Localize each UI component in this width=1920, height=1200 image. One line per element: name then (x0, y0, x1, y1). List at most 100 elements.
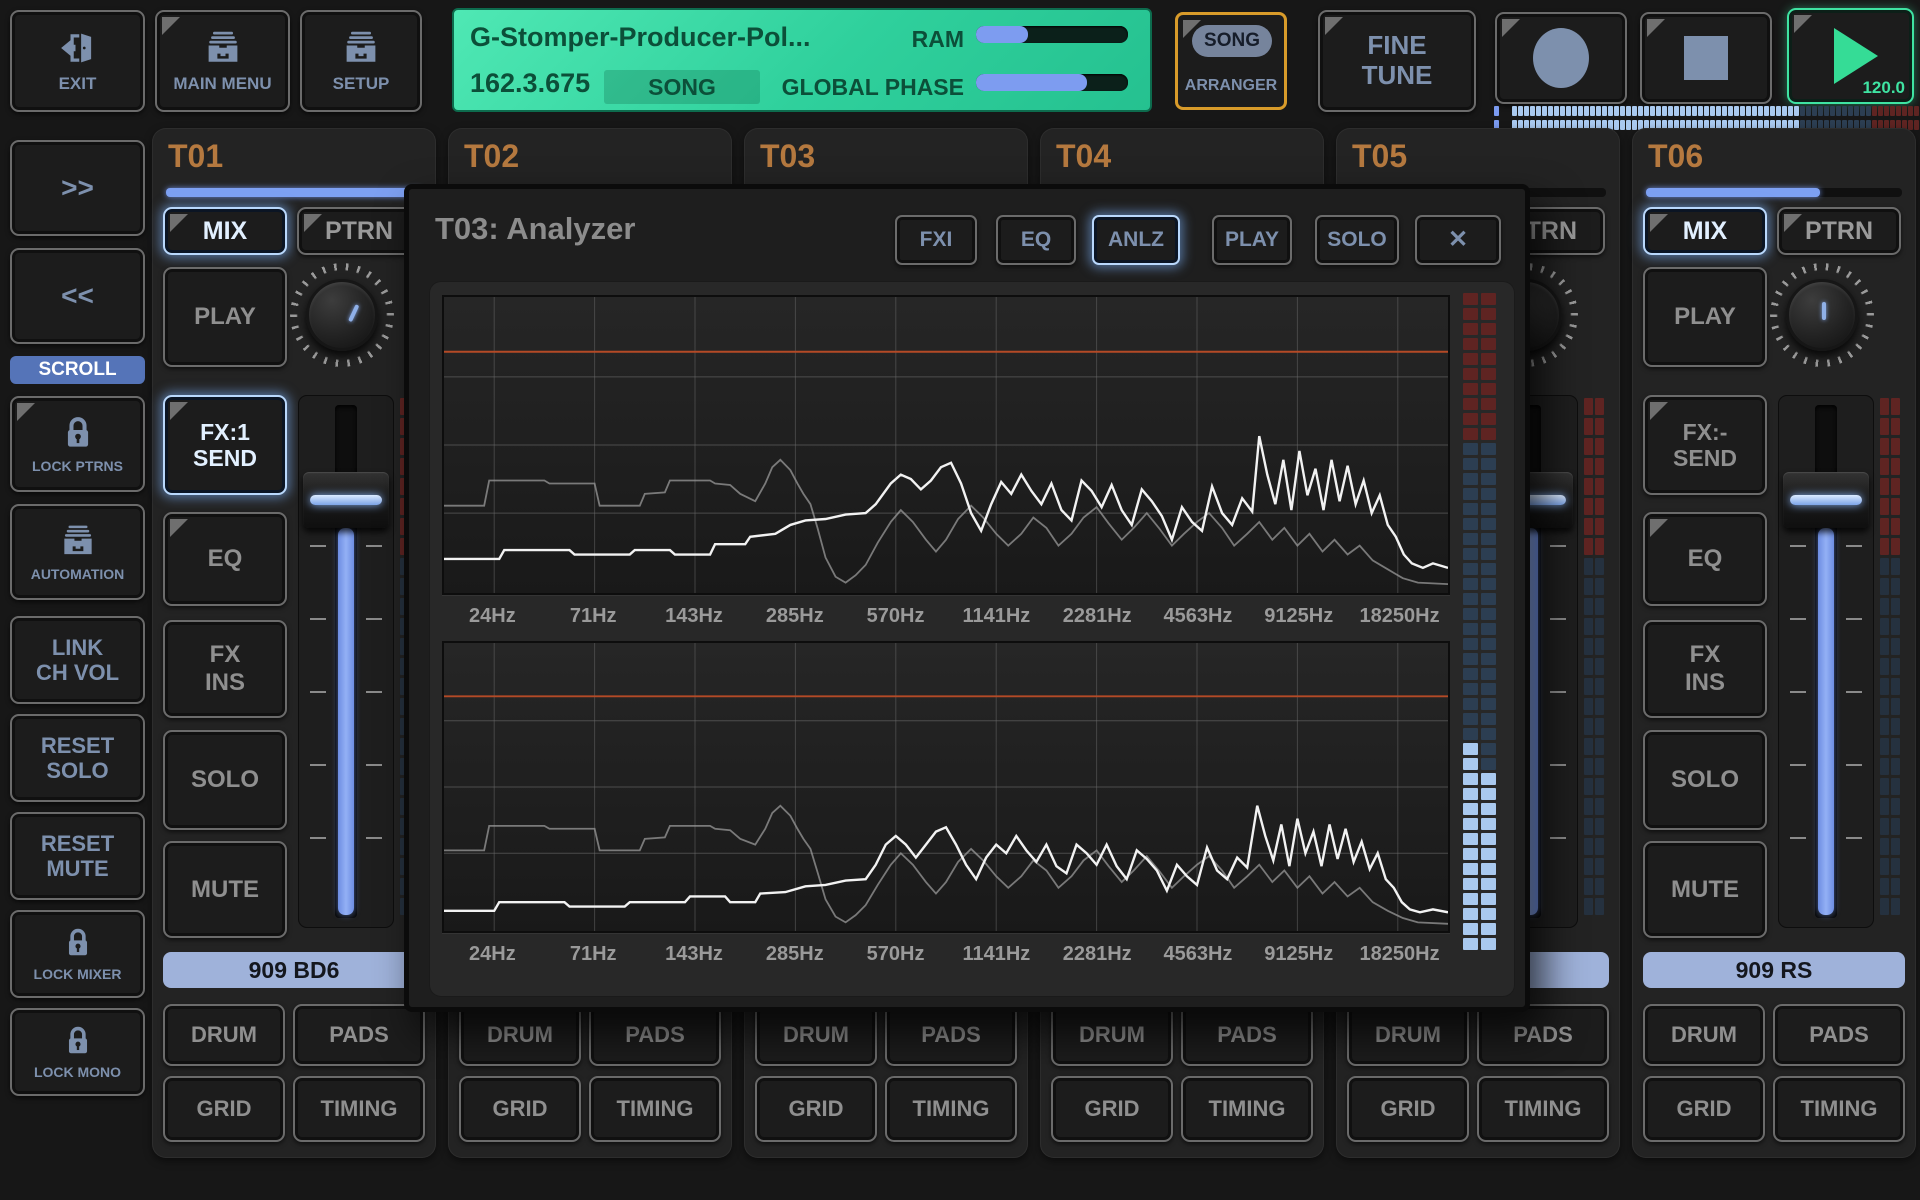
scroll-back-button[interactable]: << (10, 248, 145, 344)
meter-segment (1891, 718, 1900, 735)
song-arranger-button[interactable]: SONG ARRANGER (1175, 12, 1287, 110)
meter-segment (1463, 323, 1478, 335)
meter-segment (1880, 718, 1889, 735)
grid-button[interactable]: GRID (1051, 1076, 1173, 1142)
fxi-tab-button[interactable]: FXI (895, 215, 977, 265)
drum-button[interactable]: DRUM (163, 1004, 285, 1066)
track-play-button[interactable]: PLAY (163, 267, 287, 367)
timing-button[interactable]: TIMING (1181, 1076, 1313, 1142)
pan-knob[interactable] (1770, 263, 1874, 367)
grid-button[interactable]: GRID (1347, 1076, 1469, 1142)
fx-send-button[interactable]: FX:1 SEND (163, 395, 287, 495)
ptrn-button[interactable]: PTRN (297, 207, 421, 255)
lock-patterns-button[interactable]: LOCK PTRNS (10, 396, 145, 492)
record-button[interactable] (1495, 12, 1627, 104)
dialog-play-button[interactable]: PLAY (1212, 215, 1292, 265)
drum-button[interactable]: DRUM (1347, 1004, 1469, 1066)
solo-button[interactable]: SOLO (1643, 730, 1767, 830)
meter-segment (1584, 558, 1593, 575)
eq-button[interactable]: EQ (163, 512, 287, 606)
timing-button[interactable]: TIMING (293, 1076, 425, 1142)
pads-button[interactable]: PADS (1477, 1004, 1609, 1066)
meter-segment (1463, 728, 1478, 740)
meter-segment (1595, 458, 1604, 475)
track-play-button[interactable]: PLAY (1643, 267, 1767, 367)
meter-segment (1836, 106, 1841, 116)
mute-button[interactable]: MUTE (1643, 841, 1767, 938)
fx-send-button[interactable]: FX:- SEND (1643, 395, 1767, 495)
grid-label: GRID (197, 1096, 252, 1121)
fader-handle[interactable] (303, 472, 389, 528)
meter-segment (1692, 106, 1697, 116)
ptrn-button[interactable]: PTRN (1777, 207, 1901, 255)
meter-segment (1626, 106, 1631, 116)
meter-segment (1891, 538, 1900, 555)
scroll-forward-button[interactable]: >> (10, 140, 145, 236)
meter-segment (1662, 106, 1667, 116)
song-pill: SONG (1192, 25, 1272, 57)
meter-segment (1463, 398, 1478, 410)
grid-button[interactable]: GRID (459, 1076, 581, 1142)
meter-segment (1481, 593, 1496, 605)
grid-button[interactable]: GRID (163, 1076, 285, 1142)
fader-handle[interactable] (1783, 472, 1869, 528)
main-menu-button[interactable]: MAIN MENU (155, 10, 290, 112)
drum-button[interactable]: DRUM (1643, 1004, 1765, 1066)
dialog-solo-button[interactable]: SOLO (1315, 215, 1399, 265)
anlz-tab-button[interactable]: ANLZ (1092, 215, 1180, 265)
close-icon[interactable]: ✕ (1415, 215, 1501, 265)
pads-button[interactable]: PADS (1773, 1004, 1905, 1066)
meter-segment (1524, 106, 1529, 116)
meter-segment (1746, 106, 1751, 116)
meter-segment (1891, 738, 1900, 755)
play-icon (1834, 28, 1878, 84)
lock-mixer-button[interactable]: LOCK MIXER (10, 910, 145, 998)
channel-fader[interactable] (298, 395, 394, 928)
meter-segment (1481, 443, 1496, 455)
pads-button[interactable]: PADS (293, 1004, 425, 1066)
drum-button[interactable]: DRUM (459, 1004, 581, 1066)
mute-button[interactable]: MUTE (163, 841, 287, 938)
pads-button[interactable]: PADS (885, 1004, 1017, 1066)
pads-button[interactable]: PADS (589, 1004, 721, 1066)
meter-segment (1584, 578, 1593, 595)
timing-button[interactable]: TIMING (885, 1076, 1017, 1142)
grid-button[interactable]: GRID (1643, 1076, 1765, 1142)
fine-tune-button[interactable]: FINE TUNE (1318, 10, 1476, 112)
setup-button[interactable]: SETUP (300, 10, 422, 112)
meter-segment (1686, 106, 1691, 116)
pads-button[interactable]: PADS (1181, 1004, 1313, 1066)
timing-button[interactable]: TIMING (589, 1076, 721, 1142)
meter-segment (1481, 758, 1496, 770)
mix-button[interactable]: MIX (163, 207, 287, 255)
meter-segment (1880, 478, 1889, 495)
stop-button[interactable] (1640, 12, 1772, 104)
fader-scale-left (1790, 545, 1806, 904)
timing-button[interactable]: TIMING (1477, 1076, 1609, 1142)
grid-button[interactable]: GRID (755, 1076, 877, 1142)
lock-mono-button[interactable]: LOCK MONO (10, 1008, 145, 1096)
reset-mute-button[interactable]: RESET MUTE (10, 812, 145, 900)
drum-button[interactable]: DRUM (1051, 1004, 1173, 1066)
meter-segment (1463, 788, 1478, 800)
reset-solo-button[interactable]: RESET SOLO (10, 714, 145, 802)
pan-knob[interactable] (290, 263, 394, 367)
link-ch-vol-button[interactable]: LINK CH VOL (10, 616, 145, 704)
meter-segment (1698, 106, 1703, 116)
exit-button[interactable]: EXIT (10, 10, 145, 112)
fx-ins-button[interactable]: FX INS (1643, 620, 1767, 718)
eq-tab-button[interactable]: EQ (996, 215, 1076, 265)
eq-button[interactable]: EQ (1643, 512, 1767, 606)
meter-segment (1463, 773, 1478, 785)
automation-button[interactable]: AUTOMATION (10, 504, 145, 600)
mix-button[interactable]: MIX (1643, 207, 1767, 255)
fx-ins-button[interactable]: FX INS (163, 620, 287, 718)
channel-fader[interactable] (1778, 395, 1874, 928)
solo-button[interactable]: SOLO (163, 730, 287, 830)
meter-segment (1463, 818, 1478, 830)
anlz-tab-label: ANLZ (1108, 228, 1164, 252)
timing-button[interactable]: TIMING (1773, 1076, 1905, 1142)
meter-segment (1463, 863, 1478, 875)
drum-button[interactable]: DRUM (755, 1004, 877, 1066)
play-button[interactable]: 120.0 (1787, 8, 1914, 104)
